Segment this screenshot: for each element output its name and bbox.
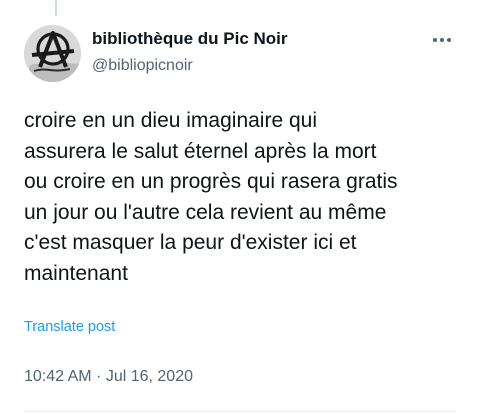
tweet-text-line: croire en un dieu imaginaire qui <box>24 109 318 132</box>
divider <box>24 411 456 412</box>
author-display-name[interactable]: bibliothèque du Pic Noir <box>92 28 288 50</box>
more-horizontal-icon <box>433 38 451 42</box>
translate-post-link[interactable]: Translate post <box>24 317 115 337</box>
tweet-text-line: c'est masquer la peur d'exister ici et <box>24 231 357 255</box>
thread-connector-line <box>55 0 57 16</box>
avatar[interactable] <box>24 25 81 82</box>
tweet-text-line: ou croire en un progrès qui rasera grati… <box>24 170 398 194</box>
anarchy-a-symbol-icon <box>24 25 81 82</box>
tweet-text-line: un jour ou l'autre cela revient au même <box>24 200 387 224</box>
tweet-text-line: maintenant <box>24 261 128 285</box>
more-options-button[interactable] <box>430 32 454 48</box>
tweet-timestamp[interactable]: 10:42 AM · Jul 16, 2020 <box>24 366 193 388</box>
tweet-text-line: assurera le salut éternel après la mort <box>24 139 377 163</box>
author-handle[interactable]: @bibliopicnoir <box>92 55 288 77</box>
author-block: bibliothèque du Pic Noir @bibliopicnoir <box>92 28 288 77</box>
tweet-text: croire en un dieu imaginaire qui assurer… <box>24 106 464 290</box>
